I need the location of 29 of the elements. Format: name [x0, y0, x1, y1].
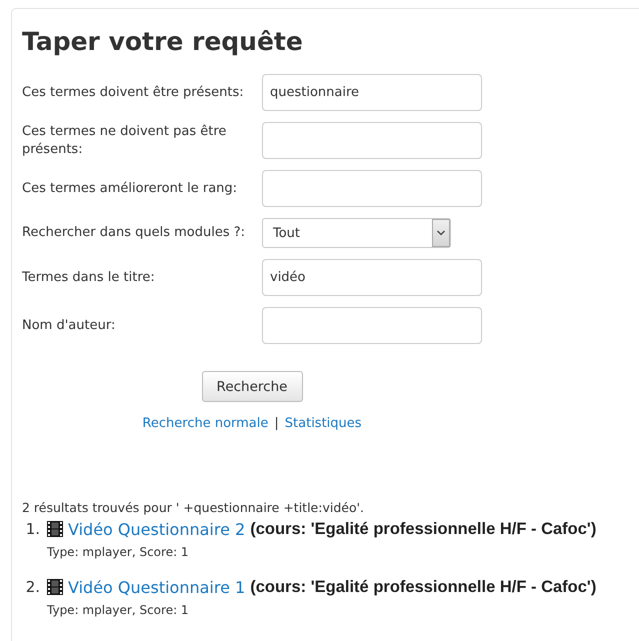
course-name: (cours: 'Egalité professionnelle H/F - Cafoc') [250, 520, 596, 538]
result-details: Type: mplayer, Score: 1 [47, 602, 189, 619]
field-label: Nom d'auteur: [22, 316, 116, 334]
module-select[interactable]: Tout [262, 218, 451, 248]
chevron-down-icon[interactable] [432, 219, 450, 247]
field-label: Ces termes amélioreront le rang: [22, 180, 238, 198]
field-label: Ces termes ne doivent pas être présents: [22, 122, 228, 158]
nav-link[interactable]: Statistiques [284, 415, 362, 433]
input-field[interactable] [262, 307, 482, 344]
film-icon [47, 579, 63, 595]
result-details: Type: mplayer, Score: 1 [47, 544, 189, 561]
field-label: Ces termes doivent être présents: [22, 84, 245, 102]
field-label: Rechercher dans quels modules ?: [22, 224, 246, 242]
input-field[interactable]: vidéo [262, 259, 482, 296]
link-separator: | [274, 415, 279, 433]
course-name: (cours: 'Egalité professionnelle H/F - Cafoc') [250, 578, 596, 596]
input-field[interactable]: questionnaire [262, 74, 482, 111]
field-label: Termes dans le titre: [22, 268, 156, 286]
film-icon [47, 521, 63, 537]
page-heading: Taper votre requête [22, 26, 303, 58]
search-button[interactable]: Recherche [202, 371, 302, 402]
input-field[interactable] [262, 122, 482, 159]
result-link[interactable]: Vidéo Questionnaire 2 [68, 520, 246, 538]
result-link[interactable]: Vidéo Questionnaire 1 [68, 578, 246, 596]
results-summary: 2 résultats trouvés pour ' +questionnaire +title:vidéo'. [22, 499, 364, 517]
list-number: 2. [24, 578, 40, 596]
nav-link[interactable]: Recherche normale [142, 415, 268, 433]
list-number: 1. [24, 520, 40, 538]
input-field[interactable] [262, 170, 482, 207]
